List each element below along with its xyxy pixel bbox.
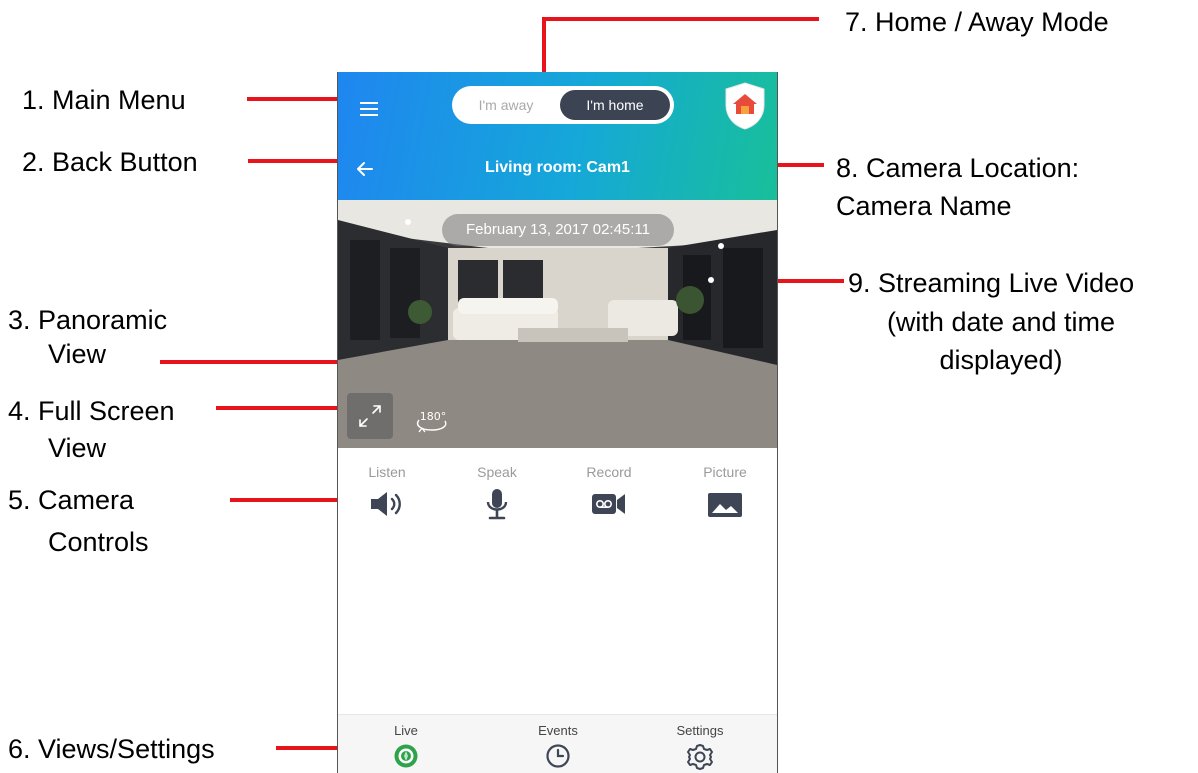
callout-streaming-video-line2: (with date and time [886,307,1116,337]
home-away-toggle: I'm away I'm home [452,86,674,124]
record-button[interactable]: Record [564,464,654,520]
callout-camera-location: 8. Camera Location: [836,153,1080,183]
callout-line-fullscreen [216,406,345,410]
camera-location-title: Living room: Cam1 [485,159,630,176]
tab-settings[interactable]: Settings [640,723,760,771]
live-tab-label: Live [394,723,418,738]
listen-label: Listen [368,464,406,480]
panoramic-badge-text: 180° [420,410,447,423]
callout-fullscreen: 4. Full Screen [8,396,175,426]
speak-button[interactable]: Speak [452,464,542,520]
microphone-icon [486,489,508,520]
expand-icon [359,405,381,427]
callout-views-settings: 6. Views/Settings [8,734,215,764]
events-tab-label: Events [538,723,578,738]
main-menu-button[interactable] [352,92,386,126]
hamburger-icon-bar [360,114,378,116]
speaker-icon [371,492,401,516]
camera-controls: Listen Speak Record Picture [338,448,777,558]
callout-camera-controls: 5. Camera [8,485,135,515]
callout-camera-controls-line2: Controls [48,527,149,557]
tab-events[interactable]: Events [498,723,618,769]
video-timestamp: February 13, 2017 02:45:11 [442,214,674,246]
panoramic-180-icon: 180° [416,410,447,433]
tab-live[interactable]: Live [346,723,466,769]
phone-screen: I'm away I'm home Living room: Cam1 Febr… [337,72,778,773]
picture-label: Picture [703,464,747,480]
callout-back-button: 2. Back Button [22,147,198,177]
panoramic-view-button[interactable]: 180° [412,398,452,436]
callout-camera-location-line2: Camera Name [836,191,1012,221]
fullscreen-button[interactable] [347,393,393,439]
callout-mode: 7. Home / Away Mode [845,7,1109,37]
live-icon [394,744,418,768]
picture-icon [708,493,742,517]
callout-line-back-button [248,159,338,163]
home-mode-option[interactable]: I'm home [560,90,670,120]
callout-main-menu: 1. Main Menu [22,85,186,115]
hamburger-icon-bar [360,108,378,110]
callout-streaming-video: 9. Streaming Live Video [848,268,1135,298]
record-label: Record [586,464,632,480]
listen-button[interactable]: Listen [342,464,432,520]
clock-icon [546,744,570,768]
callout-panoramic-line2: View [48,339,107,369]
speak-label: Speak [477,464,517,480]
gear-icon [687,744,713,770]
picture-button[interactable]: Picture [680,464,770,520]
hamburger-icon [360,102,378,104]
shield-house-icon[interactable] [724,81,766,131]
callout-fullscreen-line2: View [48,433,107,463]
bottom-navigation: Live Events Settings [338,714,777,773]
away-mode-option[interactable]: I'm away [452,86,560,124]
callout-line-mode [542,17,819,21]
record-icon [592,494,625,514]
callout-line-main-menu [247,97,337,101]
callout-streaming-video-line3: displayed) [939,345,1063,375]
callout-panoramic: 3. Panoramic [8,305,168,335]
app-header: I'm away I'm home Living room: Cam1 [338,72,777,200]
settings-tab-label: Settings [676,723,724,738]
live-video-stream[interactable]: February 13, 2017 02:45:11 180° [338,200,777,448]
